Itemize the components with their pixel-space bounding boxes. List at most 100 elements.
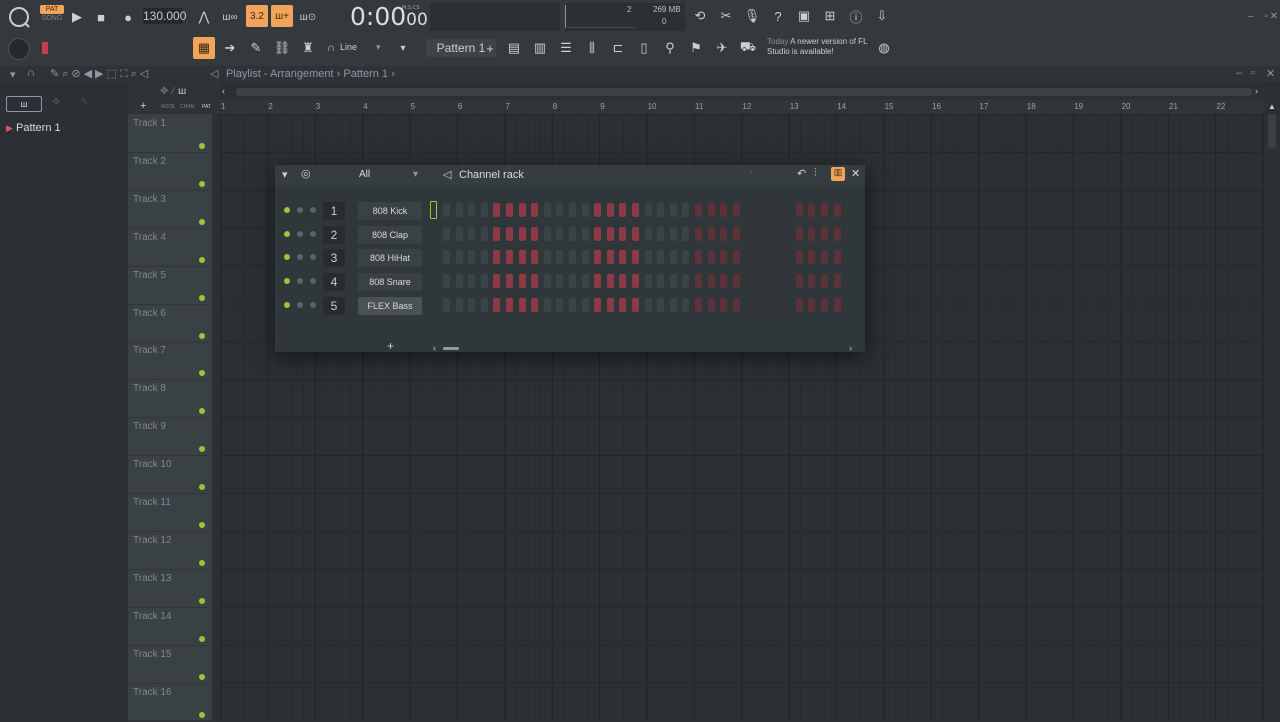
wait-input-icon[interactable]: ш∞ bbox=[219, 6, 241, 28]
track-header[interactable]: Track 13 bbox=[128, 569, 212, 608]
step-button[interactable] bbox=[569, 203, 576, 217]
piano-roll-snap-icon[interactable]: ▦ bbox=[193, 37, 215, 59]
close-icon[interactable]: ✕ bbox=[1268, 5, 1280, 27]
step-button[interactable] bbox=[468, 203, 476, 217]
step-button[interactable] bbox=[707, 203, 715, 217]
minimize-icon[interactable]: – bbox=[1236, 67, 1242, 79]
track-header[interactable]: Track 1 bbox=[128, 114, 212, 153]
track-led-icon[interactable] bbox=[199, 180, 205, 187]
step-button[interactable] bbox=[443, 274, 450, 289]
step-button[interactable] bbox=[720, 226, 728, 241]
cut-icon[interactable]: ✂ bbox=[715, 5, 737, 27]
step-button[interactable] bbox=[632, 226, 639, 241]
step-button[interactable] bbox=[695, 274, 702, 289]
step-button[interactable] bbox=[770, 250, 778, 265]
step-button[interactable] bbox=[732, 226, 740, 241]
step-button[interactable] bbox=[808, 274, 816, 289]
step-button[interactable] bbox=[581, 203, 589, 217]
step-button[interactable] bbox=[720, 274, 728, 289]
add-track-icon[interactable]: + bbox=[140, 100, 146, 112]
chevron-down-icon[interactable]: ▾ bbox=[282, 168, 288, 181]
step-button[interactable] bbox=[821, 250, 828, 265]
channel-rack-icon[interactable]: ☰ bbox=[555, 37, 577, 59]
blend-notes-icon[interactable]: ш+ bbox=[271, 5, 293, 27]
step-button[interactable] bbox=[619, 297, 627, 312]
step-button[interactable] bbox=[468, 250, 476, 265]
step-button[interactable] bbox=[783, 297, 791, 312]
step-button[interactable] bbox=[632, 250, 639, 265]
step-button[interactable] bbox=[821, 297, 828, 312]
step-button[interactable] bbox=[695, 250, 702, 265]
scroll-right-icon[interactable]: › bbox=[849, 343, 852, 353]
channel-mixer-track[interactable]: 1 bbox=[323, 202, 345, 220]
step-button[interactable] bbox=[833, 250, 841, 265]
track-led-icon[interactable] bbox=[199, 370, 205, 377]
close-icon[interactable]: ✕ bbox=[851, 167, 860, 180]
step-button[interactable] bbox=[518, 226, 526, 241]
graph-editor-icon[interactable]: ↶ bbox=[797, 167, 806, 180]
step-button[interactable] bbox=[795, 297, 803, 312]
step-button[interactable] bbox=[669, 250, 677, 265]
track-led-icon[interactable] bbox=[199, 143, 205, 149]
track-header[interactable]: Track 15 bbox=[128, 645, 212, 684]
step-button[interactable] bbox=[707, 226, 715, 241]
restore-icon[interactable]: ▫ bbox=[1251, 67, 1255, 79]
step-button[interactable] bbox=[556, 297, 564, 312]
step-button[interactable] bbox=[493, 226, 501, 241]
step-button[interactable] bbox=[833, 226, 841, 241]
save-icon[interactable]: ▣ bbox=[793, 5, 815, 27]
playlist-tools[interactable]: ✎⌕⊘◀▶⬚⛶⌕◁ bbox=[50, 67, 151, 81]
piano-roll-view-icon[interactable]: ⫶ bbox=[814, 167, 817, 180]
step-button[interactable] bbox=[543, 274, 551, 289]
step-button[interactable] bbox=[808, 203, 816, 217]
step-button[interactable] bbox=[833, 297, 841, 312]
channel-name-button[interactable]: 808 HiHat bbox=[358, 249, 422, 268]
step-button[interactable] bbox=[695, 226, 702, 241]
step-button[interactable] bbox=[644, 274, 652, 289]
step-button[interactable] bbox=[657, 250, 665, 265]
step-button[interactable] bbox=[556, 226, 564, 241]
step-button[interactable] bbox=[606, 250, 614, 265]
step-button[interactable] bbox=[669, 274, 677, 289]
tab-chan[interactable]: CHAN bbox=[180, 104, 194, 110]
step-button[interactable] bbox=[632, 274, 639, 289]
step-button[interactable] bbox=[506, 274, 513, 289]
step-button[interactable] bbox=[720, 297, 728, 312]
step-button[interactable] bbox=[632, 203, 639, 217]
step-button[interactable] bbox=[581, 297, 589, 312]
step-button[interactable] bbox=[795, 226, 803, 241]
scrollbar-thumb[interactable] bbox=[1268, 114, 1276, 148]
track-header[interactable]: Track 11 bbox=[128, 493, 212, 532]
tab-pat[interactable]: PAT bbox=[202, 104, 211, 110]
step-button[interactable] bbox=[669, 297, 677, 312]
channel-volume-knob[interactable] bbox=[310, 301, 316, 308]
step-button[interactable] bbox=[682, 250, 690, 265]
touch-keyboard-icon[interactable]: ⚑ bbox=[685, 37, 707, 59]
download-icon[interactable]: ⇩ bbox=[871, 5, 893, 27]
track-led-icon[interactable] bbox=[199, 218, 205, 225]
channel-pan-knob[interactable] bbox=[297, 301, 303, 308]
fl-logo-icon[interactable] bbox=[6, 4, 32, 30]
track-tools[interactable]: ✥⁄ш bbox=[160, 86, 190, 97]
browser-icon[interactable]: ⊏ bbox=[607, 37, 629, 59]
channel-mute-led[interactable] bbox=[284, 301, 290, 308]
scrollbar-thumb[interactable] bbox=[236, 88, 1252, 96]
channel-name-button[interactable]: 808 Kick bbox=[358, 202, 422, 220]
step-button[interactable] bbox=[480, 226, 488, 241]
step-button[interactable] bbox=[644, 250, 652, 265]
step-button[interactable] bbox=[455, 297, 463, 312]
track-led-icon[interactable] bbox=[199, 559, 205, 566]
vertical-scrollbar[interactable]: ▲ bbox=[1264, 100, 1280, 720]
magnet-icon[interactable]: ∩ bbox=[27, 67, 35, 79]
step-button[interactable] bbox=[468, 297, 476, 312]
add-channel-button[interactable]: + bbox=[387, 339, 394, 353]
step-button[interactable] bbox=[644, 226, 652, 241]
channel-name-button[interactable]: 808 Clap bbox=[358, 225, 422, 244]
step-button[interactable] bbox=[821, 226, 828, 241]
step-button[interactable] bbox=[758, 226, 765, 241]
step-button[interactable] bbox=[531, 226, 539, 241]
channel-mute-led[interactable] bbox=[284, 230, 290, 237]
channel-pan-knob[interactable] bbox=[297, 278, 303, 285]
step-button[interactable] bbox=[745, 203, 753, 217]
step-button[interactable] bbox=[606, 297, 614, 312]
